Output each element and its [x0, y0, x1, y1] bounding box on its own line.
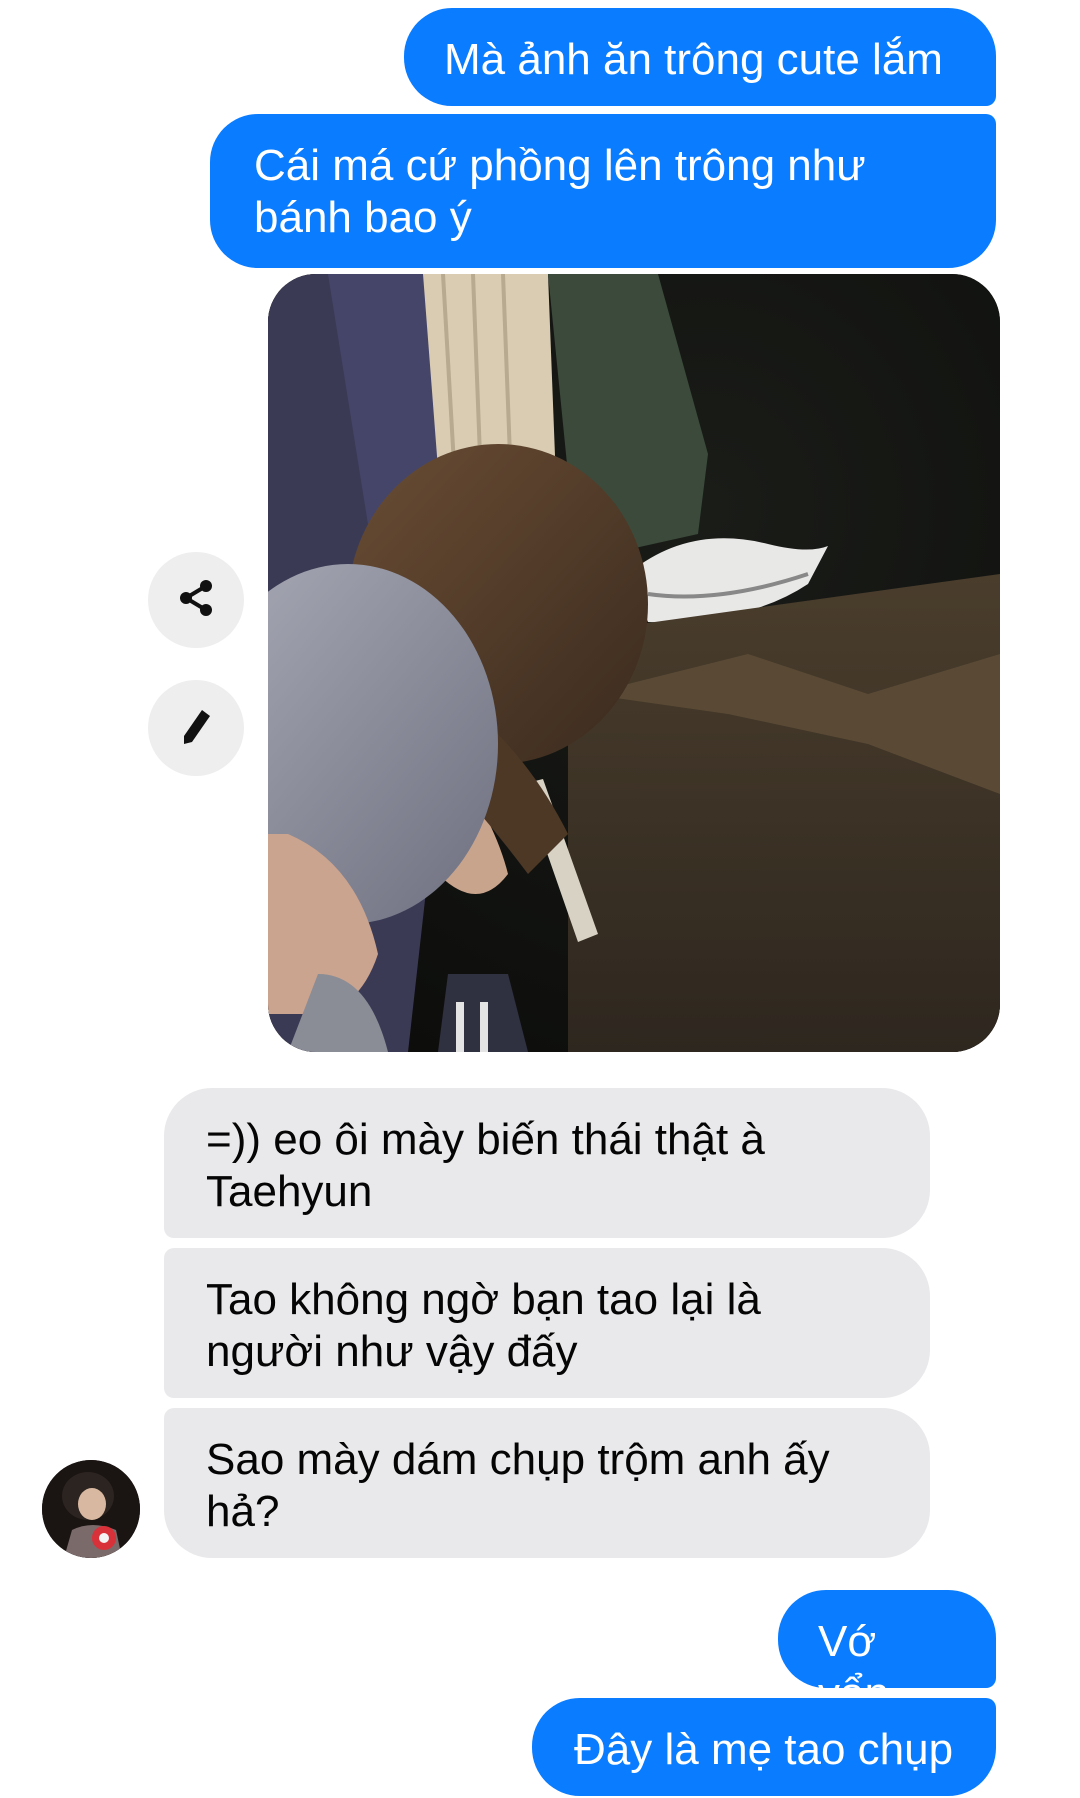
edit-button[interactable] — [148, 680, 244, 776]
message-text: Mà ảnh ăn trông cute lắm — [444, 35, 943, 84]
outgoing-message[interactable]: Cái má cứ phồng lên trông như bánh bao ý — [210, 114, 996, 268]
incoming-message[interactable]: Tao không ngờ bạn tao lại là người như v… — [164, 1248, 930, 1398]
message-text: Sao mày dám chụp trộm anh ấy hả? — [206, 1435, 830, 1536]
message-text: Đây là mẹ tao chụp — [574, 1725, 954, 1774]
avatar[interactable] — [42, 1460, 140, 1558]
message-text: Tao không ngờ bạn tao lại là người như v… — [206, 1275, 761, 1376]
share-icon — [172, 574, 220, 627]
message-text: =)) eo ôi mày biến thái thật à Taehyun — [206, 1115, 765, 1216]
shared-photo[interactable] — [268, 274, 1000, 1052]
share-button[interactable] — [148, 552, 244, 648]
pencil-icon — [172, 702, 220, 755]
outgoing-message[interactable]: Mà ảnh ăn trông cute lắm — [404, 8, 996, 106]
outgoing-message[interactable]: Đây là mẹ tao chụp — [532, 1698, 996, 1796]
outgoing-message[interactable]: Vớ vẩn — [778, 1590, 996, 1718]
incoming-message[interactable]: =)) eo ôi mày biến thái thật à Taehyun — [164, 1088, 930, 1238]
incoming-message[interactable]: Sao mày dám chụp trộm anh ấy hả? — [164, 1408, 930, 1558]
message-text: Cái má cứ phồng lên trông như bánh bao ý — [254, 141, 866, 242]
